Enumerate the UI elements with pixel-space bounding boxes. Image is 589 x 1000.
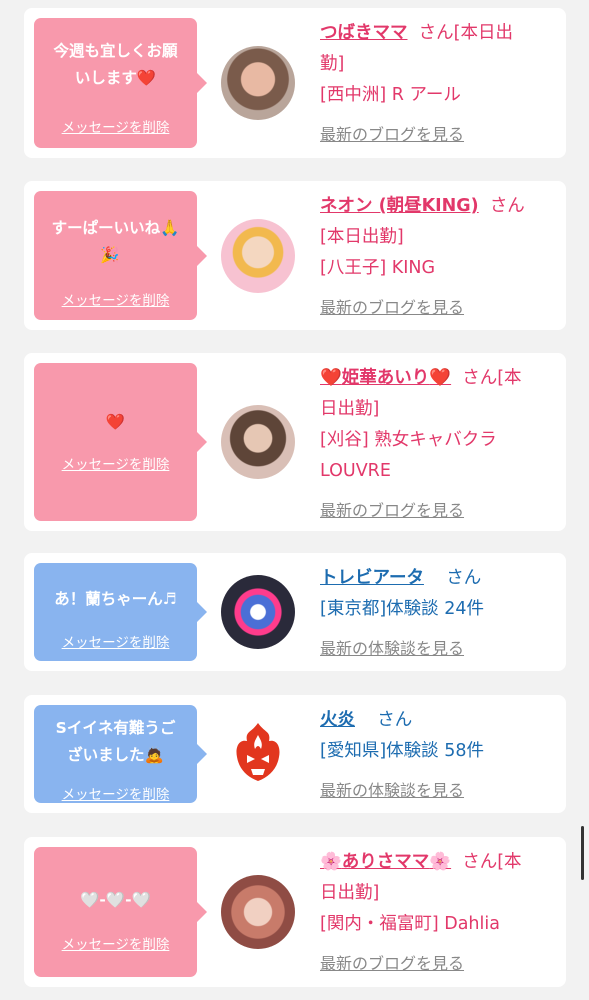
status-text: 日出勤] xyxy=(320,883,380,903)
shop-text: [関内・福富町] Dahlia xyxy=(320,914,500,934)
avatar[interactable] xyxy=(221,875,295,949)
avatar[interactable] xyxy=(221,219,295,293)
message-text: 今週も宜しくお願 いします❤️ xyxy=(53,42,178,88)
status-text: [本日出勤] xyxy=(320,227,404,247)
status-text: さん xyxy=(377,710,413,730)
review-card: あ！蘭ちゃーん♬ メッセージを削除 トレビアータ さん [東京都]体験談 24件… xyxy=(24,553,566,671)
user-name-link[interactable]: トレビアータ xyxy=(320,568,424,588)
review-count-text: [愛知県]体験談 58件 xyxy=(320,741,484,761)
shop-text: [西中洲] R アール xyxy=(320,85,461,105)
flame-skull-icon xyxy=(236,723,280,781)
latest-blog-link[interactable]: 最新のブログを見る xyxy=(320,298,464,317)
avatar[interactable] xyxy=(221,405,295,479)
user-name-link[interactable]: 火炎 xyxy=(320,710,355,730)
message-text: あ！蘭ちゃーん♬ xyxy=(54,590,177,608)
avatar[interactable] xyxy=(221,46,295,120)
delete-message-link[interactable]: メッセージを削除 xyxy=(34,933,197,953)
delete-message-link[interactable]: メッセージを削除 xyxy=(34,453,197,473)
shop-text: [刈谷] 熟女キャバクラ xyxy=(320,430,497,450)
scrollbar[interactable] xyxy=(581,826,584,880)
message-bubble: あ！蘭ちゃーん♬ メッセージを削除 xyxy=(34,563,207,661)
message-bubble: ❤️ メッセージを削除 xyxy=(34,363,207,521)
message-card: すーぱーいいね🙏 🎉 メッセージを削除 ネオン (朝昼KING) さん [本日出… xyxy=(24,181,566,330)
delete-message-link[interactable]: メッセージを削除 xyxy=(34,631,197,651)
review-count-text: [東京都]体験談 24件 xyxy=(320,599,484,619)
status-text: さん[本 xyxy=(462,852,522,872)
status-text: 日出勤] xyxy=(320,399,380,419)
status-text: 勤] xyxy=(320,54,345,74)
latest-blog-link[interactable]: 最新のブログを見る xyxy=(320,125,464,144)
user-name-link[interactable]: 🌸ありさママ🌸 xyxy=(320,852,451,872)
user-name-link[interactable]: ❤️姫華あいり❤️ xyxy=(320,368,451,388)
avatar[interactable] xyxy=(221,575,295,649)
message-card: 🤍-🤍-🤍 メッセージを削除 🌸ありさママ🌸 さん[本 日出勤] [関内・福富町… xyxy=(24,837,566,987)
message-bubble: 🤍-🤍-🤍 メッセージを削除 xyxy=(34,847,207,977)
status-text: さん xyxy=(446,568,482,588)
delete-message-link[interactable]: メッセージを削除 xyxy=(34,289,197,309)
message-text: ❤️ xyxy=(105,413,126,431)
status-text: さん xyxy=(489,196,525,216)
latest-blog-link[interactable]: 最新のブログを見る xyxy=(320,501,464,520)
user-name-link[interactable]: ネオン (朝昼KING) xyxy=(320,196,479,216)
delete-message-link[interactable]: メッセージを削除 xyxy=(34,116,197,136)
latest-review-link[interactable]: 最新の体験談を見る xyxy=(320,781,464,800)
message-bubble: Sイイネ有難うご ざいました🙇 メッセージを削除 xyxy=(34,705,207,803)
message-text: 🤍-🤍-🤍 xyxy=(80,891,151,909)
delete-message-link[interactable]: メッセージを削除 xyxy=(34,783,197,803)
shop-text: LOUVRE xyxy=(320,461,391,481)
latest-blog-link[interactable]: 最新のブログを見る xyxy=(320,954,464,973)
message-card: ❤️ メッセージを削除 ❤️姫華あいり❤️ さん[本 日出勤] [刈谷] 熟女キ… xyxy=(24,353,566,531)
message-text: Sイイネ有難うご ざいました🙇 xyxy=(55,719,176,765)
avatar[interactable] xyxy=(221,717,295,791)
message-card: 今週も宜しくお願 いします❤️ メッセージを削除 つばきママ さん[本日出 勤]… xyxy=(24,8,566,158)
review-card: Sイイネ有難うご ざいました🙇 メッセージを削除 火炎 さん [愛知県]体験談 … xyxy=(24,695,566,813)
shop-text: [八王子] KING xyxy=(320,258,436,278)
status-text: さん[本 xyxy=(462,368,522,388)
user-name-link[interactable]: つばきママ xyxy=(320,23,408,43)
message-bubble: すーぱーいいね🙏 🎉 メッセージを削除 xyxy=(34,191,207,320)
status-text: さん[本日出 xyxy=(418,23,513,43)
latest-review-link[interactable]: 最新の体験談を見る xyxy=(320,639,464,658)
message-text: すーぱーいいね🙏 🎉 xyxy=(51,219,180,265)
message-bubble: 今週も宜しくお願 いします❤️ メッセージを削除 xyxy=(34,18,207,148)
